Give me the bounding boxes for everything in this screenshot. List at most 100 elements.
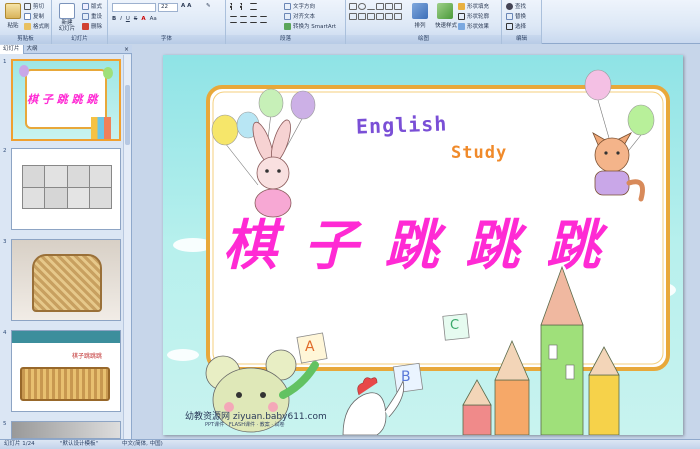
flowchart-shape-icon[interactable] bbox=[385, 13, 393, 20]
list-buttons[interactable] bbox=[230, 3, 257, 10]
copy-button[interactable]: 复制 bbox=[24, 12, 44, 20]
shapes-gallery-row2[interactable] bbox=[349, 13, 403, 20]
cut-button[interactable]: 剪切 bbox=[24, 2, 44, 10]
paragraph-group-label: 段落 bbox=[226, 35, 345, 44]
rooster-character bbox=[342, 377, 405, 435]
numbering-icon[interactable] bbox=[240, 3, 247, 10]
clipboard-group-label: 剪贴板 bbox=[0, 35, 51, 44]
study-label: Study bbox=[451, 143, 508, 163]
align-left-icon[interactable] bbox=[230, 16, 237, 23]
panel-tabs: 幻灯片 大纲 × bbox=[0, 44, 132, 54]
font-group: 22 A A ✎ BIUS A Aa 字体 bbox=[108, 0, 226, 44]
slide-thumbnail-1[interactable]: 棋 子 跳 跳 跳 bbox=[11, 59, 121, 141]
new-slide-icon[interactable] bbox=[59, 3, 75, 19]
slides-group: 新建 幻灯片 版式 重设 删除 幻灯片 bbox=[52, 0, 108, 44]
indent-icon[interactable] bbox=[250, 3, 257, 10]
brush-icon bbox=[24, 22, 31, 30]
font-color-icon[interactable]: A bbox=[141, 16, 145, 22]
font-size-select[interactable]: 22 bbox=[158, 3, 178, 12]
slide-thumbnail-4[interactable]: 棋子跳跳跳 bbox=[11, 330, 121, 412]
shape-effects-button[interactable]: 形状效果 bbox=[458, 22, 489, 30]
reset-button[interactable]: 重设 bbox=[82, 12, 102, 20]
editing-group-label: 编辑 bbox=[502, 35, 541, 44]
align-center-icon[interactable] bbox=[240, 16, 247, 23]
case-icon[interactable]: Aa bbox=[150, 16, 157, 22]
bracket-shape-icon[interactable] bbox=[358, 13, 366, 20]
slides-group-label: 幻灯片 bbox=[52, 35, 107, 44]
font-grow-buttons[interactable]: A A bbox=[181, 3, 191, 9]
status-bar: 幻灯片 1/24 "默认设计模板" 中文(简体, 中国) bbox=[0, 439, 700, 449]
slide-thumbnail-2[interactable] bbox=[11, 148, 121, 230]
align-right-icon[interactable] bbox=[250, 16, 257, 23]
close-icon[interactable]: × bbox=[124, 46, 129, 53]
line-shape-icon[interactable] bbox=[367, 3, 375, 10]
quick-styles-icon[interactable] bbox=[437, 3, 453, 19]
more-shapes-icon[interactable] bbox=[394, 13, 402, 20]
underline-icon[interactable]: U bbox=[126, 16, 130, 22]
align-text-button[interactable]: 对齐文本 bbox=[284, 12, 315, 20]
oval-shape-icon[interactable] bbox=[358, 3, 366, 10]
paste-button[interactable]: 粘贴 bbox=[0, 21, 26, 29]
slide-thumbnail-5[interactable] bbox=[11, 421, 121, 439]
arrange-icon[interactable] bbox=[412, 3, 428, 19]
layout-icon bbox=[82, 2, 89, 10]
shape-outline-button[interactable]: 形状轮廓 bbox=[458, 12, 489, 20]
rectangle-shape-icon[interactable] bbox=[349, 3, 357, 10]
slide-title: 棋 子 跳 跳 跳 bbox=[223, 213, 605, 277]
quick-styles-button[interactable]: 快速样式 bbox=[431, 21, 461, 29]
watermark-subtext: PPT课件 · FLASH课件 · 教案 · 试卷 bbox=[205, 422, 285, 428]
italic-icon[interactable]: I bbox=[120, 16, 122, 22]
ribbon: 粘贴 剪切 复制 格式刷 剪贴板 新建 幻灯片 版式 重设 删除 幻灯片 22 … bbox=[0, 0, 700, 44]
theme-name: "默认设计模板" bbox=[60, 441, 99, 447]
slide-counter: 幻灯片 1/24 bbox=[4, 441, 35, 447]
triangle-shape-icon[interactable] bbox=[385, 3, 393, 10]
thumb-number: 5 bbox=[3, 421, 7, 427]
arrange-button[interactable]: 排列 bbox=[407, 21, 433, 29]
align-buttons[interactable] bbox=[230, 16, 267, 23]
clear-format-icon[interactable]: ✎ bbox=[206, 3, 211, 9]
select-button[interactable]: 选择 bbox=[506, 22, 526, 30]
format-painter-button[interactable]: 格式刷 bbox=[24, 22, 50, 30]
fill-bucket-icon bbox=[458, 2, 465, 10]
find-button[interactable]: 查找 bbox=[506, 2, 526, 10]
current-slide[interactable]: English Study 棋 子 跳 跳 跳 A B C 幼教资源网 ziyu… bbox=[163, 55, 683, 435]
delete-slide-button[interactable]: 删除 bbox=[82, 22, 102, 30]
scrollbar-thumb[interactable] bbox=[125, 85, 130, 145]
replace-icon bbox=[506, 12, 513, 20]
thumb-balloons bbox=[19, 65, 29, 77]
reset-icon bbox=[82, 12, 89, 20]
font-style-buttons[interactable]: BIUS A Aa bbox=[112, 16, 157, 22]
star-shape-icon[interactable] bbox=[394, 3, 402, 10]
cursor-icon bbox=[506, 22, 513, 30]
bold-icon[interactable]: B bbox=[112, 16, 116, 22]
strike-icon[interactable]: S bbox=[134, 16, 138, 22]
replace-button[interactable]: 替换 bbox=[506, 12, 526, 20]
paste-icon[interactable] bbox=[5, 3, 21, 19]
arrow-shape-icon[interactable] bbox=[376, 3, 384, 10]
heart-shape-icon[interactable] bbox=[376, 13, 384, 20]
copy-icon bbox=[24, 12, 31, 20]
language-indicator[interactable]: 中文(简体, 中国) bbox=[122, 440, 163, 449]
font-group-label: 字体 bbox=[108, 35, 225, 44]
smartart-button[interactable]: 转换为 SmartArt bbox=[284, 22, 336, 30]
shape-fill-button[interactable]: 形状填充 bbox=[458, 2, 489, 10]
curve-shape-icon[interactable] bbox=[349, 13, 357, 20]
justify-icon[interactable] bbox=[260, 16, 267, 23]
thumb-grid bbox=[22, 165, 112, 209]
new-slide-button[interactable]: 新建 幻灯片 bbox=[54, 20, 80, 32]
effects-icon bbox=[458, 22, 465, 30]
thumb-title: 棋 子 跳 跳 跳 bbox=[27, 93, 98, 106]
bullets-icon[interactable] bbox=[230, 3, 237, 10]
callout-shape-icon[interactable] bbox=[367, 13, 375, 20]
font-name-select[interactable] bbox=[112, 3, 156, 12]
panel-scrollbar[interactable] bbox=[123, 55, 131, 439]
shapes-gallery[interactable] bbox=[349, 3, 403, 10]
drawing-group-label: 绘图 bbox=[346, 35, 501, 44]
tab-slides[interactable]: 幻灯片 bbox=[0, 44, 24, 54]
binoculars-icon bbox=[506, 2, 513, 10]
text-direction-button[interactable]: 文字方向 bbox=[284, 2, 315, 10]
clipboard-group: 粘贴 剪切 复制 格式刷 剪贴板 bbox=[0, 0, 52, 44]
slide-thumbnail-3[interactable] bbox=[11, 239, 121, 321]
layout-button[interactable]: 版式 bbox=[82, 2, 102, 10]
tab-outline[interactable]: 大纲 bbox=[24, 45, 41, 54]
